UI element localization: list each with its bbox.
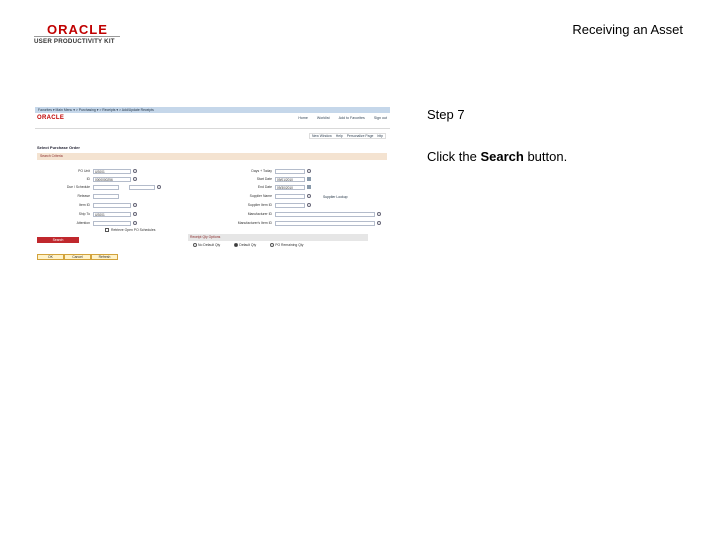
- bottom-button-bar: OK Cancel Refresh: [37, 254, 118, 260]
- calendar-icon[interactable]: [307, 185, 311, 189]
- po-id-input[interactable]: 0000000256: [93, 176, 131, 182]
- start-date-input[interactable]: 09/01/2010: [275, 176, 305, 182]
- lookup-icon[interactable]: [133, 169, 137, 173]
- lookup-icon[interactable]: [377, 212, 381, 216]
- new-window-link[interactable]: New Window: [312, 134, 332, 138]
- field-supplier-name: Supplier Name: [223, 193, 311, 199]
- radio-po-remaining-qty[interactable]: PO Remaining Qty: [270, 243, 304, 247]
- app-header: Home Worklist Add to Favorites Sign out: [35, 113, 390, 129]
- page-title: Select Purchase Order: [37, 145, 80, 150]
- lookup-icon[interactable]: [157, 185, 161, 189]
- calendar-icon[interactable]: [307, 177, 311, 181]
- ok-button[interactable]: OK: [37, 254, 64, 260]
- search-button[interactable]: Search: [37, 237, 79, 243]
- lookup-icon[interactable]: [133, 221, 137, 225]
- attention-input[interactable]: [93, 220, 131, 226]
- receipt-qty-radio-group: No Default Qty Default Qty PO Remaining …: [193, 243, 304, 247]
- search-criteria-header: Search Criteria: [37, 153, 387, 160]
- step-label: Step 7: [427, 107, 465, 122]
- end-date-input[interactable]: 09/30/2010: [275, 184, 305, 190]
- field-ship-to: Ship To US001: [45, 211, 137, 217]
- radio-no-default-qty[interactable]: No Default Qty: [193, 243, 220, 247]
- po-unit-input[interactable]: US001: [93, 168, 131, 174]
- days-today-input[interactable]: [275, 168, 305, 174]
- lookup-icon[interactable]: [133, 212, 137, 216]
- oracle-wordmark: ORACLE: [47, 22, 108, 37]
- field-supplier-item-id: Supplier Item ID: [223, 202, 311, 208]
- field-end-date: End Date 09/30/2010: [223, 184, 311, 190]
- field-po-id: ID 0000000256: [45, 176, 137, 182]
- due-schedule-input[interactable]: [93, 184, 119, 190]
- checkbox-box[interactable]: [105, 228, 109, 232]
- release-input[interactable]: [93, 193, 119, 199]
- lookup-icon[interactable]: [377, 221, 381, 225]
- document-title: Receiving an Asset: [572, 22, 683, 37]
- lookup-icon[interactable]: [133, 177, 137, 181]
- retrieve-open-po-checkbox[interactable]: Retrieve Open PO Schedules: [105, 228, 155, 232]
- instruction-target: Search: [480, 149, 524, 164]
- manufacturer-id-input[interactable]: [275, 211, 375, 217]
- supplier-lookup-link[interactable]: Supplier Lookup: [323, 195, 348, 199]
- breadcrumb[interactable]: Favorites ▾ Main Menu ▾ > Purchasing ▾ >…: [38, 108, 154, 112]
- field-due-schedule: Due / Schedule: [45, 184, 161, 190]
- lookup-icon[interactable]: [133, 203, 137, 207]
- field-start-date: Start Date 09/01/2010: [223, 176, 311, 182]
- ship-to-input[interactable]: US001: [93, 211, 131, 217]
- nav-link-favorites[interactable]: Add to Favorites: [339, 116, 365, 120]
- logo-divider: [34, 36, 120, 37]
- oracle-upk-logo: ORACLE USER PRODUCTIVITY KIT: [34, 23, 124, 46]
- field-manufacturer-item-id: Manufacturer's Item ID: [223, 220, 381, 226]
- lookup-icon[interactable]: [307, 194, 311, 198]
- field-release: Release: [45, 193, 119, 199]
- refresh-button[interactable]: Refresh: [91, 254, 118, 260]
- help-link[interactable]: Help: [336, 134, 343, 138]
- upk-wordmark: USER PRODUCTIVITY KIT: [34, 38, 115, 45]
- nav-link-home[interactable]: Home: [298, 116, 308, 120]
- lookup-icon[interactable]: [307, 169, 311, 173]
- due-schedule-input-2[interactable]: [129, 184, 155, 190]
- radio-default-qty[interactable]: Default Qty: [234, 243, 256, 247]
- header-links: Home Worklist Add to Favorites Sign out: [298, 116, 387, 120]
- http-link[interactable]: http: [377, 134, 383, 138]
- item-id-input[interactable]: [93, 202, 131, 208]
- supplier-item-id-input[interactable]: [275, 202, 305, 208]
- instruction-text: Click the Search button.: [427, 149, 568, 164]
- supplier-name-input[interactable]: [275, 193, 305, 199]
- lookup-icon[interactable]: [307, 203, 311, 207]
- cancel-button[interactable]: Cancel: [64, 254, 91, 260]
- receipt-qty-options-header: Receipt Qty Options: [188, 234, 368, 241]
- field-item-id: Item ID: [45, 202, 137, 208]
- nav-link-signout[interactable]: Sign out: [374, 116, 387, 120]
- app-brand-logo: ORACLE: [37, 115, 65, 121]
- manufacturer-item-id-input[interactable]: [275, 220, 375, 226]
- field-attention: Attention: [45, 220, 137, 226]
- page-tools: New Window Help Personalize Page http: [308, 133, 386, 139]
- field-days-today: Days + Today: [223, 168, 311, 174]
- field-po-unit: PO Unit US001: [45, 168, 137, 174]
- personalize-link[interactable]: Personalize Page: [347, 134, 374, 138]
- application-screenshot: Favorites ▾ Main Menu ▾ > Purchasing ▾ >…: [35, 107, 390, 263]
- field-manufacturer-id: Manufacturer ID: [223, 211, 381, 217]
- nav-link-worklist[interactable]: Worklist: [317, 116, 330, 120]
